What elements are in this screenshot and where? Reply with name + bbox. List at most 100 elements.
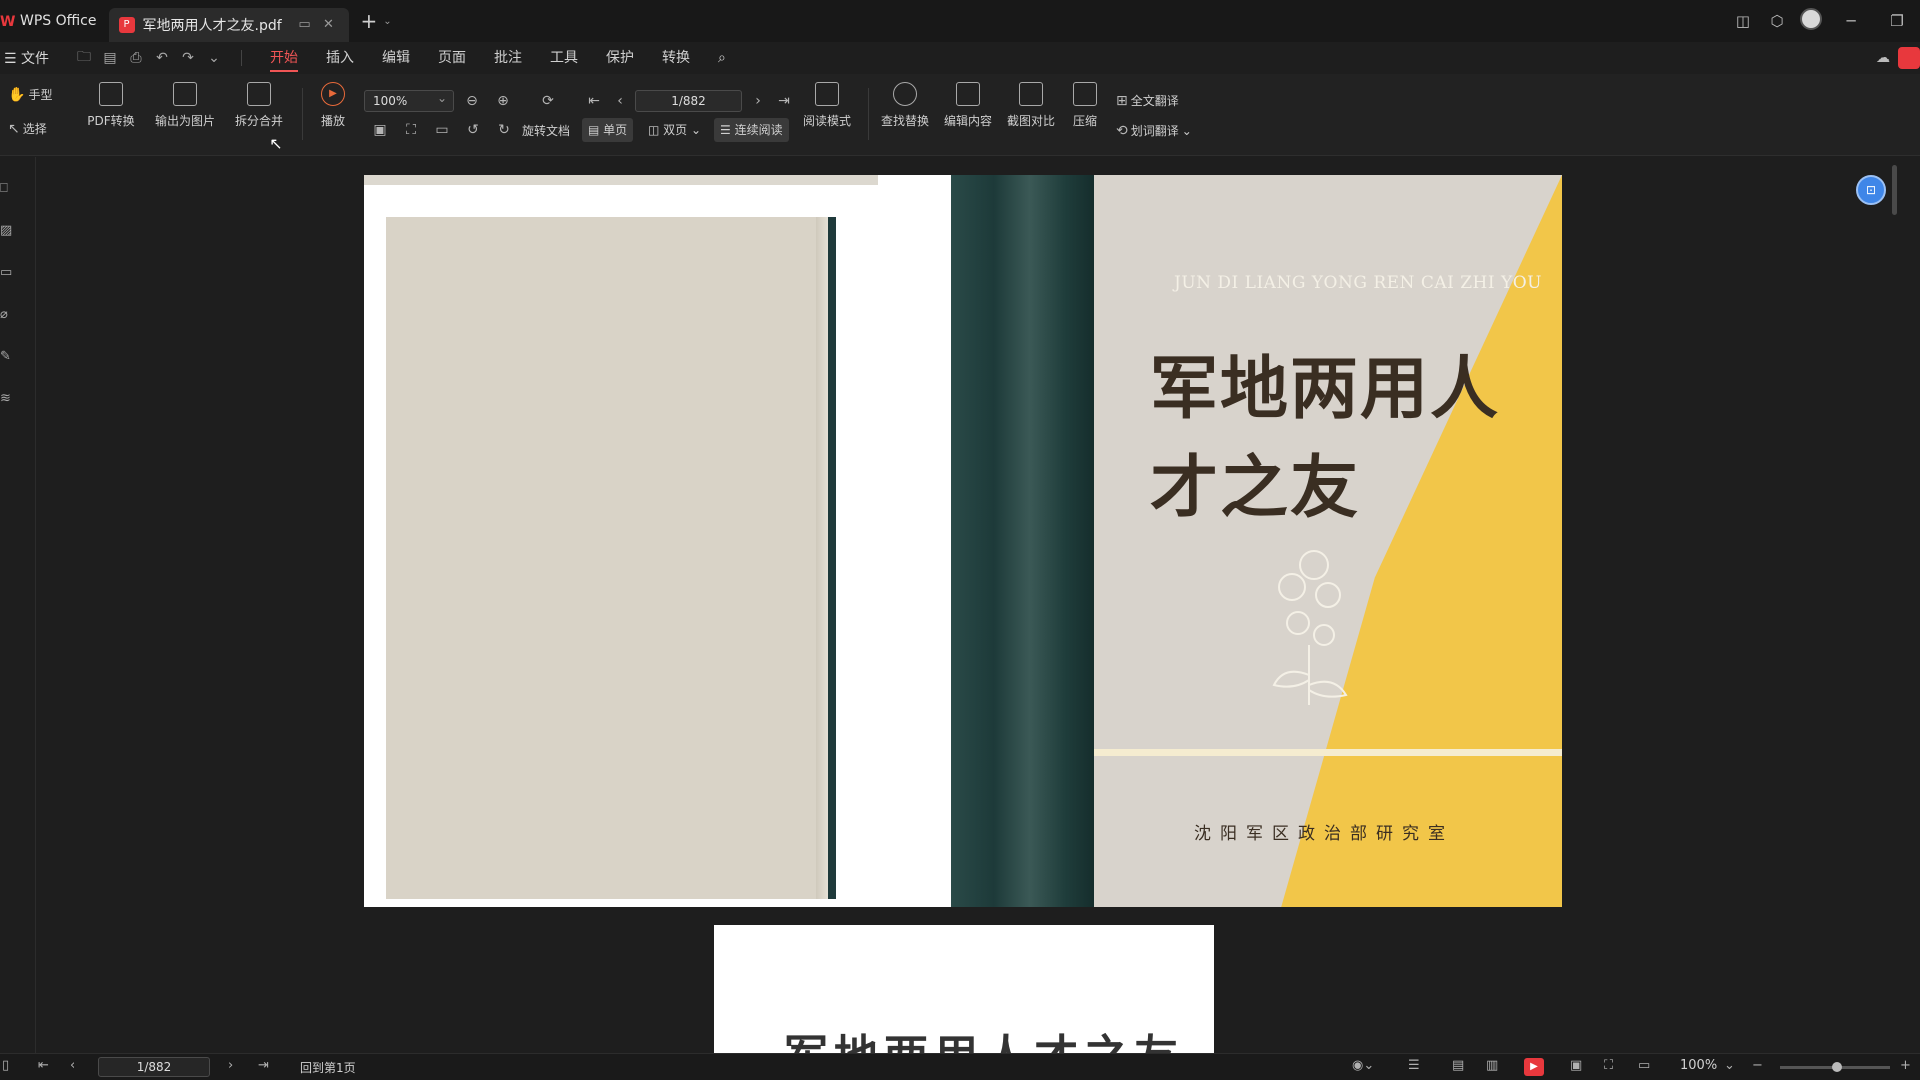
- layout-icon[interactable]: ◫: [1726, 12, 1760, 30]
- sidebar-toggle-icon[interactable]: ▯: [2, 1058, 9, 1073]
- status-zoom-value[interactable]: 100%: [1680, 1058, 1717, 1073]
- fit-page-icon[interactable]: ⛶: [401, 120, 421, 140]
- chevron-down-icon[interactable]: ⌄: [383, 16, 391, 27]
- rotate-left-icon[interactable]: ↺: [463, 120, 483, 140]
- document-tab[interactable]: P 军地两用人才之友.pdf ▭ ✕: [108, 8, 349, 42]
- open-folder-icon[interactable]: 🗀: [71, 46, 97, 70]
- fit-width-icon[interactable]: ▭: [1638, 1058, 1650, 1073]
- next-page-icon[interactable]: ›: [748, 91, 768, 111]
- page2-title: 军地两用人才之友: [784, 1020, 1184, 1053]
- continuous-read-label: 连续阅读: [734, 123, 783, 137]
- menu-tab-protect[interactable]: 保护: [592, 42, 648, 74]
- single-page-button[interactable]: ▤ 单页: [582, 118, 634, 142]
- full-translate-button[interactable]: ⊞ 全文翻译: [1116, 92, 1179, 109]
- cover-title: 军地两用人才之友: [1150, 349, 1501, 528]
- menu-tab-convert[interactable]: 转换: [648, 42, 704, 74]
- rotate-doc-button[interactable]: 旋转文档: [522, 122, 570, 139]
- prev-page-icon[interactable]: ‹: [70, 1058, 75, 1073]
- pdf-convert-button[interactable]: PDF转换: [74, 82, 148, 129]
- hand-tool-button[interactable]: ✋ 手型: [8, 86, 52, 103]
- avatar[interactable]: [1800, 8, 1822, 30]
- cloud-icon[interactable]: ☁: [1868, 50, 1898, 66]
- zoom-out-icon[interactable]: −: [1752, 1058, 1763, 1073]
- document-canvas[interactable]: JUN DI LIANG YONG REN CAI ZHI YOU 军地两用人才…: [36, 157, 1898, 1053]
- undo-icon[interactable]: ↶: [149, 50, 175, 66]
- pdf-convert-label: PDF转换: [87, 114, 135, 128]
- pdf-file-icon: P: [118, 17, 135, 33]
- attachment-icon[interactable]: ⌀: [0, 307, 14, 323]
- play-button[interactable]: ▶ 播放: [296, 82, 370, 129]
- next-page-icon[interactable]: ›: [228, 1058, 233, 1073]
- first-page-icon[interactable]: ⇤: [38, 1058, 49, 1073]
- cover-pinyin: JUN DI LIANG YONG REN CAI ZHI YOU: [1174, 273, 1542, 293]
- split-merge-label: 拆分合并: [234, 114, 283, 128]
- export-image-button[interactable]: 输出为图片: [148, 82, 222, 129]
- first-page-icon[interactable]: ⇤: [584, 91, 604, 111]
- menu-tab-annotate[interactable]: 批注: [480, 42, 536, 74]
- split-merge-button[interactable]: 拆分合并: [222, 82, 296, 129]
- continuous-read-button[interactable]: ☰ 连续阅读: [714, 118, 789, 142]
- rotate-doc-icon[interactable]: ⟳: [538, 91, 558, 111]
- menu-tab-page[interactable]: 页面: [424, 42, 480, 74]
- compress-button[interactable]: 压缩: [1048, 82, 1122, 129]
- thumbnail-icon[interactable]: ▨: [0, 223, 14, 239]
- continuous-view-icon[interactable]: ☰: [1408, 1058, 1420, 1073]
- zoom-select[interactable]: 100%: [364, 88, 454, 112]
- play-label: 播放: [320, 114, 345, 128]
- wps-logo-icon: W: [0, 14, 16, 30]
- bookmark-icon[interactable]: ⎕: [0, 181, 14, 197]
- search-icon[interactable]: ⌕: [704, 42, 740, 74]
- close-tab-icon[interactable]: ✕: [319, 15, 339, 35]
- select-tool-button[interactable]: ↖ 选择: [8, 120, 47, 137]
- minimize-icon[interactable]: ─: [1828, 12, 1874, 30]
- front-cover-image: JUN DI LIANG YONG REN CAI ZHI YOU 军地两用人才…: [1094, 175, 1562, 907]
- menu-tab-tools[interactable]: 工具: [536, 42, 592, 74]
- word-translate-button[interactable]: ⟲ 划词翻译 ⌄: [1116, 122, 1192, 139]
- layers-icon[interactable]: ≋: [0, 391, 14, 407]
- vertical-scrollbar[interactable]: [1892, 165, 1897, 215]
- chevron-down-icon[interactable]: ⌄: [1724, 1058, 1735, 1073]
- hand-tool-label: 手型: [28, 88, 53, 102]
- share-icon[interactable]: [1898, 47, 1920, 69]
- tab-window-icon[interactable]: ▭: [295, 15, 315, 35]
- new-tab-button[interactable]: +: [361, 9, 378, 33]
- read-mode-button[interactable]: 阅读模式: [790, 82, 864, 129]
- zoom-in-icon[interactable]: ⊕: [493, 91, 513, 111]
- actual-size-icon[interactable]: ▣: [1570, 1058, 1582, 1073]
- back-to-first-link[interactable]: 回到第1页: [300, 1059, 356, 1076]
- single-view-icon[interactable]: ▤: [1452, 1058, 1464, 1073]
- eye-icon[interactable]: ◉⌄: [1352, 1058, 1374, 1073]
- fit-width-icon[interactable]: ▭: [432, 120, 452, 140]
- save-icon[interactable]: ▤: [97, 50, 123, 66]
- zoom-out-icon[interactable]: ⊖: [462, 91, 482, 111]
- zoom-slider[interactable]: [1780, 1062, 1890, 1072]
- file-menu[interactable]: ☰ 文件: [0, 48, 59, 68]
- page-number-input[interactable]: 1/882: [635, 90, 742, 112]
- prev-page-icon[interactable]: ‹: [610, 91, 630, 111]
- play-status-icon[interactable]: ▶: [1524, 1058, 1544, 1076]
- floating-tools-button[interactable]: ⊡: [1856, 175, 1886, 205]
- app-tab[interactable]: W WPS Office: [0, 0, 109, 42]
- left-sidebar: ⎕ ▨ ▭ ⌀ ✎ ≋: [0, 157, 36, 1053]
- rotate-right-icon[interactable]: ↻: [494, 120, 514, 140]
- restore-icon[interactable]: ❐: [1874, 12, 1920, 30]
- cube-icon[interactable]: ⬡: [1760, 12, 1794, 30]
- fit-page-icon[interactable]: ⛶: [1604, 1058, 1613, 1073]
- zoom-in-icon[interactable]: +: [1900, 1058, 1911, 1073]
- chevron-down-icon[interactable]: ⌄: [201, 50, 227, 66]
- status-page-input[interactable]: 1/882: [98, 1057, 210, 1077]
- comment-icon[interactable]: ▭: [0, 265, 14, 281]
- menu-tab-insert[interactable]: 插入: [312, 42, 368, 74]
- last-page-icon[interactable]: ⇥: [258, 1058, 269, 1073]
- actual-size-icon[interactable]: ▣: [370, 120, 390, 140]
- translate-icon: ⊞: [1116, 92, 1128, 109]
- book-icon: [815, 82, 839, 106]
- menu-tab-edit[interactable]: 编辑: [368, 42, 424, 74]
- signature-icon[interactable]: ✎: [0, 349, 14, 365]
- redo-icon[interactable]: ↷: [175, 50, 201, 66]
- menu-tab-start[interactable]: 开始: [256, 42, 312, 74]
- print-icon[interactable]: ⎙: [123, 50, 149, 66]
- double-view-icon[interactable]: ▥: [1486, 1058, 1498, 1073]
- avatar-wrap[interactable]: [1794, 8, 1828, 34]
- double-page-button[interactable]: ◫ 双页 ⌄: [642, 118, 707, 142]
